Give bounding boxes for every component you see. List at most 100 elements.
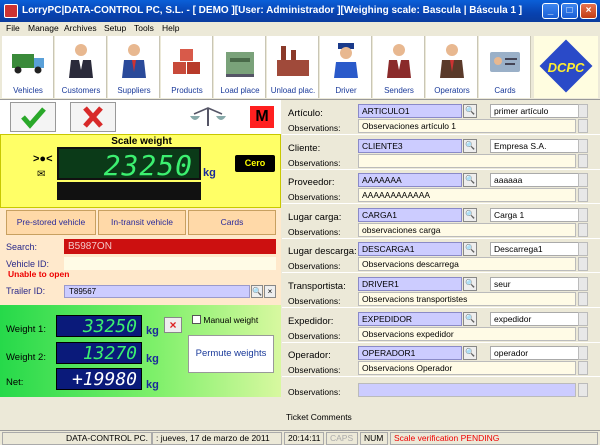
section-scroll-top[interactable] — [578, 208, 588, 222]
section-observations-field[interactable]: Observacions Operador — [358, 361, 576, 375]
menu-file[interactable]: File — [6, 23, 20, 33]
checkbox-box[interactable] — [192, 315, 201, 324]
section-label: Lugar carga: — [288, 212, 342, 223]
section-scroll-top[interactable] — [578, 312, 588, 326]
menu-archives[interactable]: Archives — [64, 23, 97, 33]
status-date: : jueves, 17 de marzo de 2011 — [152, 432, 282, 445]
weight2-label: Weight 2: — [6, 352, 46, 363]
vehicle-id-field[interactable] — [64, 257, 276, 270]
section-scroll-top[interactable] — [578, 242, 588, 256]
section-observations-field[interactable] — [358, 154, 576, 168]
supplier-icon — [122, 44, 146, 78]
section-description-field: Descarrega1 — [490, 242, 588, 256]
toolbar-vehicles[interactable]: Vehicles — [2, 36, 54, 98]
toolbar-customers[interactable]: Customers — [55, 36, 107, 98]
section-scroll-bottom[interactable] — [578, 188, 588, 202]
window-title: LorryPC|DATA-CONTROL PC, S.L. - [ DEMO ]… — [22, 5, 523, 16]
net-unit: kg — [146, 379, 159, 391]
menu-manage[interactable]: Manage — [28, 23, 59, 33]
section-search-button[interactable]: 🔍 — [463, 104, 477, 118]
in-transit-vehicle-button[interactable]: In-transit vehicle — [98, 210, 186, 235]
section-observations-field[interactable]: observaciones carga — [358, 223, 576, 237]
section-search-button[interactable]: 🔍 — [463, 242, 477, 256]
card-icon — [490, 52, 520, 72]
trailer-search-button[interactable]: 🔍 — [251, 285, 263, 298]
toolbar-cards[interactable]: Cards — [479, 36, 531, 98]
section-label: Artículo: — [288, 108, 323, 119]
section-scroll-top[interactable] — [578, 139, 588, 153]
section-observations-field[interactable]: Observaciones artículo 1 — [358, 119, 576, 133]
maximize-button[interactable]: □ — [561, 3, 578, 19]
section-code-field[interactable]: AAAAAAA — [358, 173, 462, 187]
section-code-field[interactable]: DRIVER1 — [358, 277, 462, 291]
permute-weights-button[interactable]: Permute weights — [188, 335, 274, 373]
section-search-button[interactable]: 🔍 — [463, 139, 477, 153]
section-scroll-bottom[interactable] — [578, 119, 588, 133]
accept-button[interactable] — [10, 102, 56, 132]
action-bar: M — [0, 100, 281, 134]
net-label: Net: — [6, 377, 24, 388]
section-label: Lugar descarga: — [288, 246, 357, 257]
toolbar-senders[interactable]: Senders — [373, 36, 425, 98]
section-code-field[interactable]: CLIENTE3 — [358, 139, 462, 153]
section-search-button[interactable]: 🔍 — [463, 312, 477, 326]
section-scroll-bottom[interactable] — [578, 257, 588, 271]
section-scroll-bottom[interactable] — [578, 327, 588, 341]
trailer-id-field[interactable]: T89567 — [64, 285, 250, 298]
section-search-button[interactable]: 🔍 — [463, 208, 477, 222]
toolbar-unload-place[interactable]: Unload plac. — [267, 36, 319, 98]
section-code-field[interactable]: ARTICULO1 — [358, 104, 462, 118]
toolbar-load-place[interactable]: Load place — [214, 36, 266, 98]
section-description-field: primer artículo — [490, 104, 588, 118]
scale-weight-display: 23250 — [57, 147, 201, 182]
section-scroll-top[interactable] — [578, 346, 588, 360]
section-observations-field[interactable]: Observacions transportistes — [358, 292, 576, 306]
extra-observations-field[interactable] — [358, 383, 576, 397]
section-search-button[interactable]: 🔍 — [463, 346, 477, 360]
scale-button[interactable] — [186, 102, 232, 132]
section-scroll-bottom[interactable] — [578, 361, 588, 375]
section-code-field[interactable]: EXPEDIDOR — [358, 312, 462, 326]
trailer-clear-button[interactable]: × — [264, 285, 276, 298]
cancel-button[interactable] — [70, 102, 116, 132]
toolbar-suppliers[interactable]: Suppliers — [108, 36, 160, 98]
truck-icon — [12, 54, 44, 74]
section-scroll-bottom[interactable] — [578, 154, 588, 168]
vehicle-id-label: Vehicle ID: — [6, 259, 50, 269]
search-input[interactable]: B5987ON — [64, 239, 276, 254]
section-row: Artículo: ARTICULO1 🔍 primer artículo Observ… — [282, 100, 600, 135]
section-observations-field[interactable]: AAAAAAAAAAAA — [358, 188, 576, 202]
section-observations-field[interactable]: Observacions expedidor — [358, 327, 576, 341]
pre-stored-vehicle-button[interactable]: Pre-stored vehicle — [6, 210, 96, 235]
toolbar-operators[interactable]: Operators — [426, 36, 478, 98]
section-observations-field[interactable]: Observacions descarrega — [358, 257, 576, 271]
extra-observations-scroll[interactable] — [578, 383, 588, 397]
section-code-field[interactable]: OPERADOR1 — [358, 346, 462, 360]
section-description-field: operador — [490, 346, 588, 360]
close-button[interactable]: × — [580, 3, 597, 19]
section-code-field[interactable]: CARGA1 — [358, 208, 462, 222]
section-scroll-top[interactable] — [578, 277, 588, 291]
section-scroll-bottom[interactable] — [578, 223, 588, 237]
section-scroll-bottom[interactable] — [578, 292, 588, 306]
cards-button[interactable]: Cards — [188, 210, 276, 235]
weight2-unit: kg — [146, 353, 159, 365]
toolbar-products[interactable]: Products — [161, 36, 213, 98]
zero-button[interactable]: Cero — [235, 155, 275, 172]
section-row: Lugar carga: CARGA1 🔍 Carga 1 Observations: o… — [282, 204, 600, 239]
section-search-button[interactable]: 🔍 — [463, 277, 477, 291]
section-scroll-top[interactable] — [578, 104, 588, 118]
minimize-button[interactable]: _ — [542, 3, 559, 19]
section-row: Cliente: CLIENTE3 🔍 Empresa S.A. Observation… — [282, 135, 600, 170]
section-search-button[interactable]: 🔍 — [463, 173, 477, 187]
x-icon — [83, 106, 103, 128]
section-code-field[interactable]: DESCARGA1 — [358, 242, 462, 256]
section-scroll-top[interactable] — [578, 173, 588, 187]
clear-weight-button[interactable]: × — [164, 317, 182, 333]
section-row: Expedidor: EXPEDIDOR 🔍 expedidor Observation… — [282, 308, 600, 343]
menu-tools[interactable]: Tools — [134, 23, 154, 33]
menu-setup[interactable]: Setup — [104, 23, 126, 33]
manual-weight-checkbox[interactable]: Manual weight — [192, 315, 258, 325]
menu-help[interactable]: Help — [162, 23, 179, 33]
toolbar-driver[interactable]: Driver — [320, 36, 372, 98]
